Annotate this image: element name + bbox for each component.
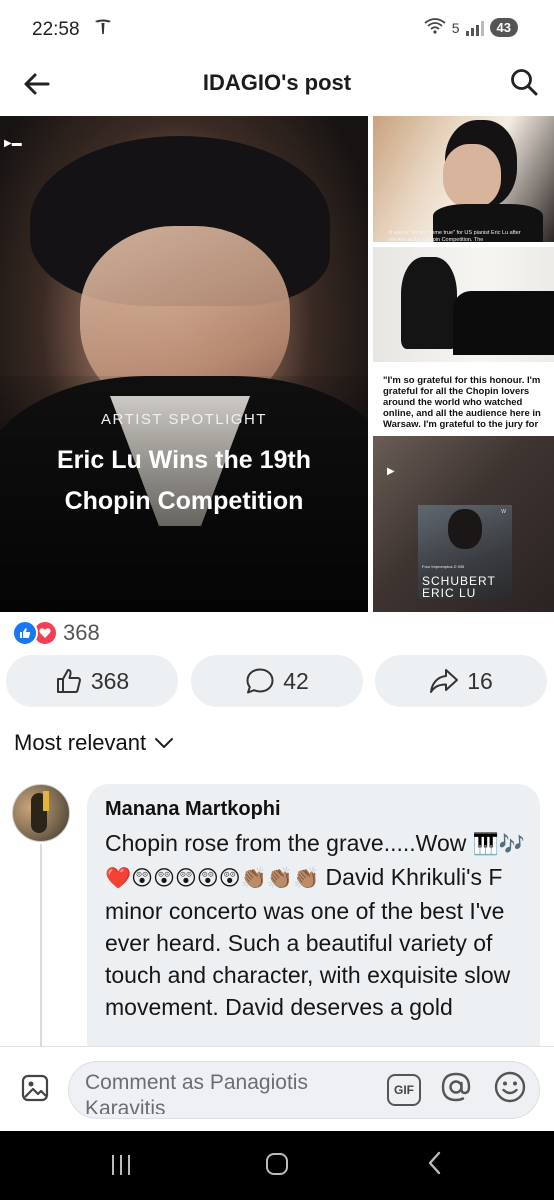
comment-bubble-icon (246, 668, 274, 694)
share-count: 16 (467, 667, 493, 694)
astonished-emoji: 😲 (174, 867, 197, 890)
signal-icon (465, 20, 484, 36)
recents-button[interactable] (112, 1155, 130, 1175)
heart-emoji: ❤️ (105, 867, 132, 890)
comment-count: 42 (283, 667, 309, 694)
album-subtitle: Four Impromptus D 935 (422, 564, 465, 569)
share-arrow-icon (430, 669, 459, 693)
side-photo-portrait[interactable]: It was a "dream come true" for US pianis… (373, 116, 554, 242)
home-button[interactable] (266, 1153, 288, 1175)
comment-bubble[interactable]: Manana Martkophi Chopin rose from the gr… (87, 784, 540, 1084)
clapping-emoji: 👏🏽 (293, 867, 320, 890)
piano-emoji: 🎹 (472, 833, 499, 856)
side-photo-piano[interactable] (373, 247, 554, 362)
comment-button[interactable]: 42 (191, 655, 363, 707)
gif-button[interactable]: GIF (387, 1074, 421, 1106)
side-photo-caption: It was a "dream come true" for US pianis… (389, 230, 521, 242)
search-icon (511, 69, 538, 96)
quote-text: "I'm so grateful for this honour. I'm gr… (383, 375, 541, 430)
page-title: IDAGIO's post (202, 70, 352, 95)
system-back-button[interactable] (424, 1149, 446, 1177)
spotlight-title: Eric Lu Wins the 19th Chopin Competition (57, 446, 311, 515)
astonished-emoji: 😲 (196, 867, 219, 890)
video-marker-icon: ▶ (387, 466, 395, 477)
clapping-emoji: 👏🏽 (240, 867, 267, 890)
spotlight-label: ARTIST SPOTLIGHT (101, 411, 267, 428)
image-icon (21, 1074, 49, 1102)
like-count: 368 (90, 667, 130, 694)
header: IDAGIO's post (0, 56, 554, 112)
avatar[interactable] (12, 784, 70, 842)
at-icon (441, 1072, 471, 1102)
comment-composer: Comment as Panagiotis Karavitis GIF (0, 1046, 554, 1133)
music-notes-emoji: 🎶 (498, 833, 526, 856)
photo-attach-button[interactable] (20, 1073, 50, 1103)
share-button[interactable]: 16 (375, 655, 547, 707)
thumbs-up-icon (56, 669, 81, 693)
chevron-left-icon (428, 1151, 441, 1175)
comment-input[interactable]: Comment as Panagiotis Karavitis GIF (68, 1061, 540, 1119)
astonished-emoji: 😲 (131, 867, 154, 890)
thread-line (40, 844, 42, 1054)
album-artist: ERIC LU (422, 586, 477, 600)
wifi-band-label: 5 (451, 19, 460, 36)
comment-author[interactable]: Manana Martkophi (105, 798, 281, 821)
wifi-icon (424, 18, 446, 37)
comment-placeholder: Comment as Panagiotis Karavitis (85, 1071, 308, 1114)
status-time: 22:58 (32, 19, 80, 40)
clapping-emoji: 👏🏽 (266, 867, 293, 890)
side-photo-album[interactable]: ▶ W Four Impromptus D 935 SCHUBERT ERIC … (373, 436, 554, 612)
like-button[interactable]: 368 (6, 655, 178, 707)
reaction-summary[interactable]: 368 (12, 620, 100, 646)
reaction-count: 368 (63, 620, 100, 645)
album-label-logo: W (501, 509, 506, 515)
side-photo-quote[interactable]: "I'm so grateful for this honour. I'm gr… (373, 367, 554, 433)
emoji-button[interactable] (493, 1070, 527, 1104)
main-photo[interactable]: ▶▬ ARTIST SPOTLIGHT Eric Lu Wins the 19t… (0, 116, 368, 612)
tesla-icon (94, 19, 112, 40)
action-bar: 368 42 16 (0, 655, 554, 707)
status-bar: 22:58 5 43 (0, 0, 554, 56)
comment-sort-dropdown[interactable]: Most relevant (14, 730, 174, 756)
like-reaction-icon (12, 620, 38, 646)
search-button[interactable] (506, 64, 542, 100)
battery-badge: 43 (489, 18, 518, 37)
astonished-emoji: 😲 (153, 867, 175, 890)
comment-text-start: Chopin rose from the grave.....Wow (105, 830, 467, 856)
post-photo-grid: ▶▬ ARTIST SPOTLIGHT Eric Lu Wins the 19t… (0, 116, 554, 614)
smiley-icon (494, 1071, 526, 1103)
album-cover: W Four Impromptus D 935 SCHUBERT ERIC LU (418, 505, 512, 599)
comment-text: Chopin rose from the grave.....Wow 🎹🎶❤️😲… (105, 827, 530, 1023)
chevron-down-icon (155, 738, 174, 748)
astonished-emoji: 😲 (218, 867, 241, 890)
system-navbar (0, 1131, 554, 1200)
sort-label: Most relevant (14, 730, 147, 755)
mention-button[interactable] (439, 1070, 473, 1112)
video-marker-icon: ▶▬ (4, 138, 22, 149)
